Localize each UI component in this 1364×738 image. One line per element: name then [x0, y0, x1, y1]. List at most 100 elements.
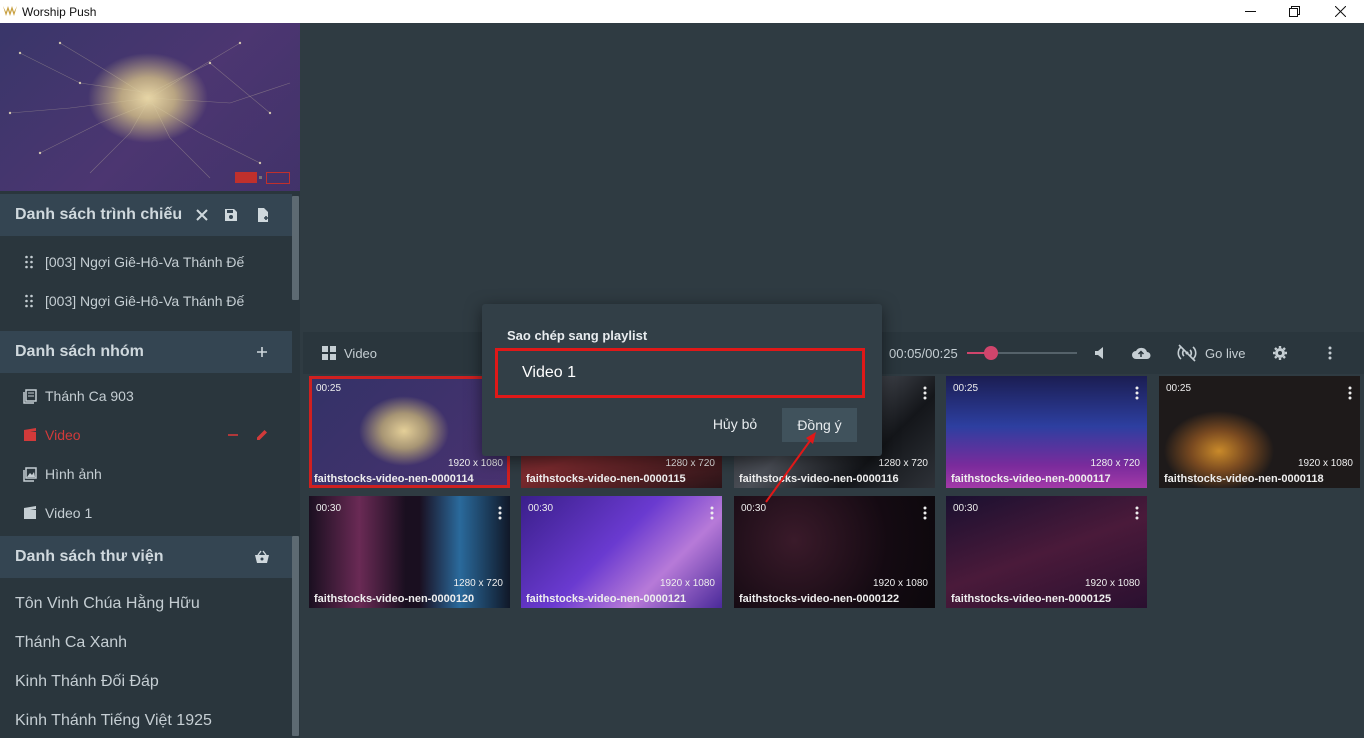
go-live-icon[interactable] — [1176, 344, 1198, 362]
video-tile[interactable]: 00:30 1920 x 1080 faithstocks-video-nen-… — [521, 496, 722, 608]
screen-separator — [259, 176, 262, 179]
store-basket-icon[interactable] — [253, 548, 271, 566]
video-resolution: 1280 x 720 — [453, 578, 504, 589]
close-icon — [1334, 6, 1346, 17]
video-name: faithstocks-video-nen-0000118 — [1164, 473, 1324, 485]
video-resolution: 1280 x 720 — [878, 458, 929, 469]
main-preview-area — [303, 23, 1364, 332]
group-item-label: Thánh Ca 903 — [45, 387, 134, 404]
video-tile[interactable]: 00:25 1920 x 1080 faithstocks-video-nen-… — [309, 376, 510, 488]
video-duration: 00:30 — [316, 503, 342, 514]
remove-icon[interactable] — [227, 429, 239, 441]
edit-icon[interactable] — [255, 428, 269, 442]
video-menu-icon[interactable] — [923, 506, 927, 520]
video-tile[interactable]: 00:30 1920 x 1080 faithstocks-video-nen-… — [734, 496, 935, 608]
presentation-item[interactable]: [003] Ngợi Giê-Hô-Va Thánh Đế — [0, 242, 292, 281]
clear-icon[interactable] — [193, 206, 211, 224]
volume-icon[interactable] — [1091, 345, 1109, 361]
save-icon[interactable] — [222, 206, 240, 224]
video-duration: 00:25 — [316, 383, 342, 394]
ok-button[interactable]: Đồng ý — [782, 408, 857, 442]
presentation-list-header: Danh sách trình chiếu — [0, 194, 292, 236]
library-scrollbar[interactable] — [292, 536, 299, 736]
app-logo-icon — [3, 6, 17, 16]
video-resolution: 1280 x 720 — [665, 458, 716, 469]
video-duration: 00:25 — [1166, 383, 1192, 394]
video-name: faithstocks-video-nen-0000117 — [951, 473, 1111, 485]
copy-to-playlist-dialog: Sao chép sang playlist Video 1 Hủy bỏ Đồ… — [482, 304, 882, 456]
go-live-label[interactable]: Go live — [1205, 346, 1245, 361]
video-name: faithstocks-video-nen-0000122 — [739, 593, 900, 605]
screen-1-indicator[interactable] — [235, 172, 257, 183]
video-menu-icon[interactable] — [710, 506, 714, 520]
more-vert-icon[interactable] — [1321, 345, 1339, 361]
close-button[interactable] — [1317, 0, 1363, 23]
library-item[interactable]: Tôn Vinh Chúa Hằng Hữu — [15, 595, 200, 613]
left-panel: Danh sách trình chiếu [003] Ngợi Giê-Hô-… — [0, 23, 300, 738]
library-item[interactable]: Kinh Thánh Đối Đáp — [15, 673, 159, 691]
grid-view-icon[interactable] — [322, 346, 336, 360]
preview-particles — [8, 41, 291, 179]
add-group-icon[interactable] — [253, 343, 271, 361]
video-resolution: 1920 x 1080 — [447, 458, 503, 469]
presentation-item[interactable]: [003] Ngợi Giê-Hô-Va Thánh Đế — [0, 281, 292, 320]
seek-handle[interactable] — [984, 346, 998, 360]
video-name: faithstocks-video-nen-0000121 — [526, 593, 687, 605]
video-name: faithstocks-video-nen-0000114 — [314, 473, 474, 485]
restore-button[interactable] — [1271, 0, 1317, 23]
video-resolution: 1920 x 1080 — [1084, 578, 1140, 589]
cancel-button[interactable]: Hủy bỏ — [704, 408, 766, 440]
video-tile[interactable]: 00:25 1280 x 720 faithstocks-video-nen-0… — [946, 376, 1147, 488]
library-list-title: Danh sách thư viện — [15, 548, 164, 565]
cloud-upload-icon[interactable] — [1130, 345, 1152, 361]
drag-handle-icon[interactable] — [24, 294, 34, 308]
group-item-label: Video 1 — [45, 504, 93, 521]
group-item[interactable]: Hình ảnh — [0, 454, 292, 493]
view-label: Video — [344, 346, 378, 361]
video-name: faithstocks-video-nen-0000120 — [314, 593, 475, 605]
video-menu-icon[interactable] — [498, 506, 502, 520]
group-item-label: Video — [45, 426, 81, 443]
restore-icon — [1288, 6, 1300, 17]
video-name: faithstocks-video-nen-0000115 — [526, 473, 686, 485]
group-list-title: Danh sách nhóm — [15, 343, 144, 360]
playback-time: 00:05/00:25 — [889, 346, 958, 361]
video-duration: 00:30 — [528, 503, 554, 514]
group-item-label: Hình ảnh — [45, 465, 102, 482]
screen-2-indicator[interactable] — [266, 172, 290, 184]
video-name: faithstocks-video-nen-0000116 — [739, 473, 899, 485]
video-duration: 00:30 — [741, 503, 767, 514]
video-tile[interactable]: 00:25 1920 x 1080 faithstocks-video-nen-… — [1159, 376, 1360, 488]
video-menu-icon[interactable] — [1135, 386, 1139, 400]
group-item-active[interactable]: Video — [0, 415, 292, 454]
video-tile[interactable]: 00:30 1920 x 1080 faithstocks-video-nen-… — [946, 496, 1147, 608]
video-resolution: 1920 x 1080 — [659, 578, 715, 589]
group-item[interactable]: Thánh Ca 903 — [0, 376, 292, 415]
video-resolution: 1920 x 1080 — [1297, 458, 1353, 469]
group-list-header: Danh sách nhóm — [0, 331, 292, 373]
presentation-list-title: Danh sách trình chiếu — [15, 206, 183, 223]
playlist-select-field[interactable]: Video 1 — [495, 348, 865, 398]
presentation-scrollbar[interactable] — [292, 196, 299, 300]
video-resolution: 1920 x 1080 — [872, 578, 928, 589]
dialog-title: Sao chép sang playlist — [507, 328, 648, 343]
image-icon — [23, 466, 37, 482]
library-list-header: Danh sách thư viện — [0, 536, 292, 578]
library-item[interactable]: Thánh Ca Xanh — [15, 634, 127, 652]
video-menu-icon[interactable] — [1348, 386, 1352, 400]
minimize-icon — [1244, 11, 1256, 12]
library-item[interactable]: Kinh Thánh Tiếng Việt 1925 — [15, 712, 212, 730]
video-duration: 00:25 — [953, 383, 979, 394]
settings-gear-icon[interactable] — [1271, 345, 1289, 361]
video-tile[interactable]: 00:30 1280 x 720 faithstocks-video-nen-0… — [309, 496, 510, 608]
minimize-button[interactable] — [1227, 0, 1273, 23]
save-as-icon[interactable] — [254, 206, 272, 224]
video-menu-icon[interactable] — [923, 386, 927, 400]
window-title: Worship Push — [22, 5, 97, 19]
group-item[interactable]: Video 1 — [0, 493, 292, 532]
presentation-item-label: [003] Ngợi Giê-Hô-Va Thánh Đế — [45, 292, 245, 309]
video-name: faithstocks-video-nen-0000125 — [951, 593, 1112, 605]
video-menu-icon[interactable] — [1135, 506, 1139, 520]
live-preview — [0, 23, 300, 191]
drag-handle-icon[interactable] — [24, 255, 34, 269]
